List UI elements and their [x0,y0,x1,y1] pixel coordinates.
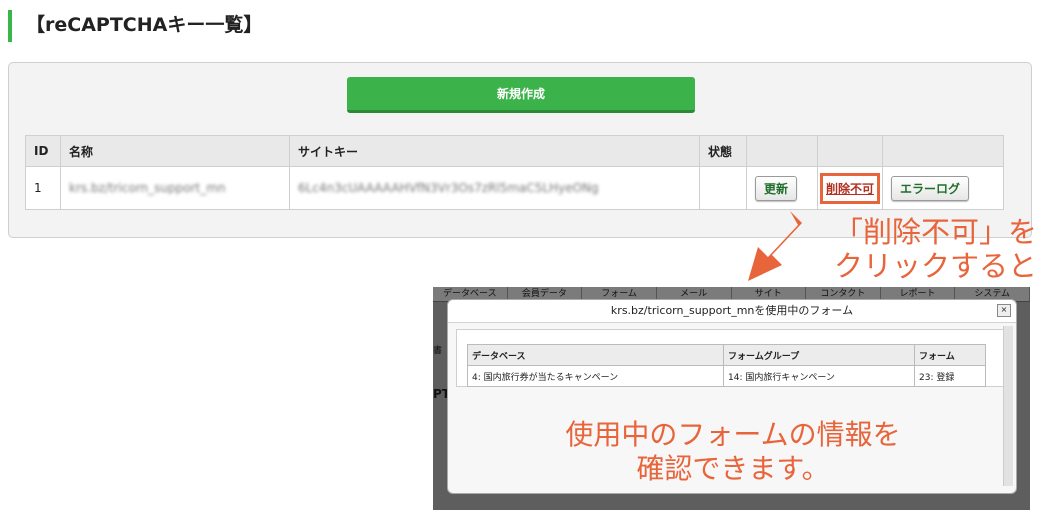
col-site-key: サイトキー [289,135,700,167]
background-text: 書 [433,346,443,356]
key-name-blurred: krs.bz/tricorn_support_mn [69,181,226,195]
update-button[interactable]: 更新 [755,175,798,201]
usage-modal: krs.bz/tricorn_support_mnを使用中のフォーム × データ… [447,299,1017,494]
recaptcha-key-panel: 新規作成 ID 名称 サイトキー 状態 1 krs.bz/tricorn_sup… [8,62,1032,238]
row-site-key: 6Lc4n3cUAAAAAHVfN3Vr3Os7zRl5maC5LHyeONg [289,166,700,210]
delete-highlight-box: 削除不可 [820,172,880,204]
col-status: 状態 [699,135,747,167]
usage-dialog-screenshot: データベース 会員データ フォーム メール サイト コンタクト レポート システ… [433,287,1030,510]
forms-col-group: フォームグループ [723,344,915,366]
annotation-line: 「削除不可」を [833,215,1037,249]
row-name: krs.bz/tricorn_support_mn [60,166,290,210]
new-key-button[interactable]: 新規作成 [347,77,695,113]
forms-table: データベース フォームグループ フォーム 4: 国内旅行券が当たるキャンペーン … [467,344,986,387]
col-name: 名称 [60,135,290,167]
recaptcha-key-table: ID 名称 サイトキー 状態 1 krs.bz/tricorn_support_… [25,135,1004,210]
forms-col-database: データベース [467,344,724,366]
col-delete [817,135,883,167]
annotation-line: 確認できます。 [636,452,830,485]
forms-cell-database: 4: 国内旅行券が当たるキャンペーン [467,365,724,387]
row-error-log-cell: エラーログ [882,166,1004,210]
table-row: 4: 国内旅行券が当たるキャンペーン 14: 国内旅行キャンペーン 23: 登録 [467,365,986,387]
forms-header-row: データベース フォームグループ フォーム [467,344,986,366]
col-id: ID [25,135,61,167]
col-update [746,135,818,167]
delete-disabled-link[interactable]: 削除不可 [826,182,874,196]
annotation-click-delete: 「削除不可」を クリックすると [822,215,1037,283]
arrow-down-left-icon [748,211,802,281]
error-log-button[interactable]: エラーログ [891,175,970,201]
row-status [699,166,747,210]
modal-title: krs.bz/tricorn_support_mnを使用中のフォーム [448,300,1016,323]
forms-col-form: フォーム [914,344,986,366]
annotation-form-info: 使用中のフォームの情報を 確認できます。 [448,418,1018,486]
row-delete-cell: 削除不可 [817,166,883,210]
forms-cell-form: 23: 登録 [914,365,986,387]
site-key-blurred: 6Lc4n3cUAAAAAHVfN3Vr3Os7zRl5maC5LHyeONg [298,181,599,195]
row-update-cell: 更新 [746,166,818,210]
annotation-line: クリックすると [833,249,1037,283]
forms-table-box: データベース フォームグループ フォーム 4: 国内旅行券が当たるキャンペーン … [456,329,1004,387]
close-icon[interactable]: × [997,304,1011,317]
table-row: 1 krs.bz/tricorn_support_mn 6Lc4n3cUAAAA… [25,166,1004,210]
forms-cell-group: 14: 国内旅行キャンペーン [723,365,915,387]
page-title: 【reCAPTCHAキー一覧】 [8,10,262,42]
annotation-line: 使用中のフォームの情報を [565,418,901,451]
modal-scrollbar[interactable] [1003,326,1013,486]
col-error-log [882,135,1004,167]
table-header-row: ID 名称 サイトキー 状態 [25,135,1004,167]
row-id: 1 [25,166,61,210]
